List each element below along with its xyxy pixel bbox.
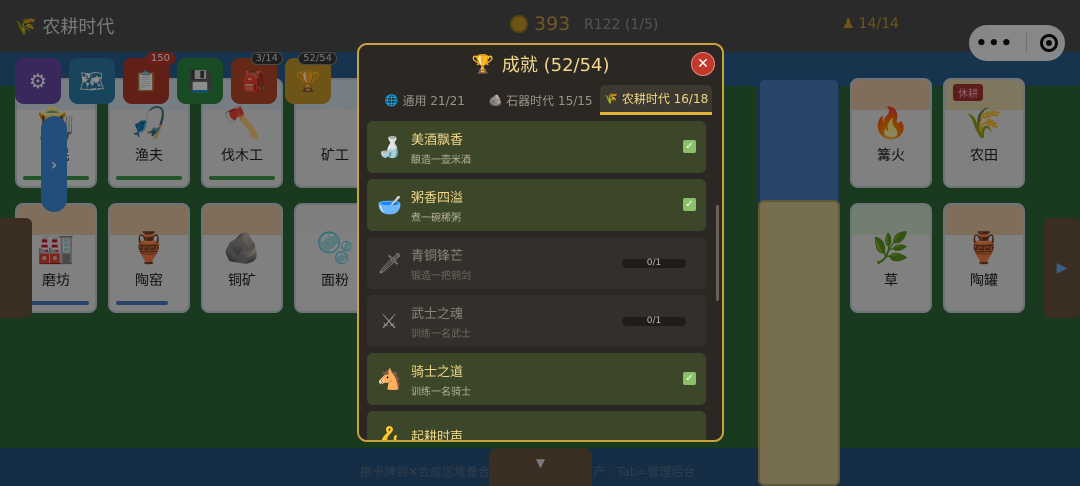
rock-icon: 🪨 bbox=[488, 93, 503, 107]
check-icon: ✓ bbox=[683, 140, 696, 153]
sake-icon: 🍶 bbox=[377, 135, 402, 159]
dagger-icon: 🗡 bbox=[377, 251, 403, 275]
close-button[interactable]: ✕ bbox=[691, 52, 715, 76]
achievement-row: 🪝 起耕时声 bbox=[367, 411, 706, 440]
achievement-desc: 酿造一壶米酒 bbox=[411, 154, 471, 166]
scrollbar[interactable] bbox=[716, 205, 719, 301]
horse-icon: 🐴 bbox=[377, 367, 402, 391]
achievement-progress: 0/1 bbox=[622, 317, 686, 326]
tab-stone-age[interactable]: 🪨 石器时代 15/15 bbox=[485, 85, 597, 115]
bowl-icon: 🥣 bbox=[377, 193, 402, 217]
check-icon: ✓ bbox=[683, 372, 696, 385]
tab-label: 农耕时代 16/18 bbox=[621, 92, 709, 106]
achievement-desc: 锻造一把铜剑 bbox=[411, 270, 471, 282]
tab-label: 石器时代 15/15 bbox=[506, 93, 593, 108]
achievement-list[interactable]: 🍶 美酒飘香 酿造一壶米酒 ✓ 🥣 粥香四溢 煮一碗稀粥 ✓ 🗡 青铜锋芒 锻造… bbox=[367, 121, 706, 440]
achievement-name: 骑士之道 bbox=[411, 364, 464, 380]
era-tabs: 🌐 通用 21/21 🪨 石器时代 15/15 🌾 农耕时代 16/18 bbox=[359, 83, 722, 117]
globe-icon: 🌐 bbox=[384, 93, 399, 107]
achievement-row: 🗡 青铜锋芒 锻造一把铜剑 0/1 bbox=[367, 237, 706, 289]
achievement-progress: 0/1 bbox=[622, 259, 686, 268]
achievement-name: 青铜锋芒 bbox=[411, 248, 464, 264]
tab-farming-age[interactable]: 🌾 农耕时代 16/18 bbox=[600, 85, 713, 115]
achievement-name: 起耕时声 bbox=[411, 430, 464, 440]
achievement-row: 🐴 骑士之道 训练一名骑士 ✓ bbox=[367, 353, 706, 405]
achievement-desc: 训练一名武士 bbox=[411, 328, 471, 340]
achievement-row: 🥣 粥香四溢 煮一碗稀粥 ✓ bbox=[367, 179, 706, 231]
achievement-row: 🍶 美酒飘香 酿造一壶米酒 ✓ bbox=[367, 121, 706, 173]
close-icon: ✕ bbox=[697, 56, 709, 72]
achievement-desc: 煮一碗稀粥 bbox=[411, 212, 461, 224]
check-icon: ✓ bbox=[683, 198, 696, 211]
tab-label: 通用 21/21 bbox=[402, 93, 465, 108]
achievement-name: 美酒飘香 bbox=[411, 132, 464, 148]
achievement-row: ⚔ 武士之魂 训练一名武士 0/1 bbox=[367, 295, 706, 347]
plow-icon: 🪝 bbox=[377, 425, 402, 440]
trophy-icon: 🏆 bbox=[471, 53, 494, 75]
achievement-desc: 训练一名骑士 bbox=[411, 386, 471, 398]
crossed-swords-icon: ⚔ bbox=[380, 309, 398, 333]
achievement-name: 粥香四溢 bbox=[411, 190, 464, 206]
tab-general[interactable]: 🌐 通用 21/21 bbox=[369, 85, 481, 115]
modal-header: 🏆 成就 (52/54) ✕ bbox=[359, 45, 722, 83]
achievements-modal: 🏆 成就 (52/54) ✕ 🌐 通用 21/21 🪨 石器时代 15/15 🌾… bbox=[357, 43, 724, 442]
modal-title: 成就 (52/54) bbox=[501, 55, 610, 76]
achievement-name: 武士之魂 bbox=[411, 306, 464, 322]
rice-icon: 🌾 bbox=[604, 92, 618, 105]
